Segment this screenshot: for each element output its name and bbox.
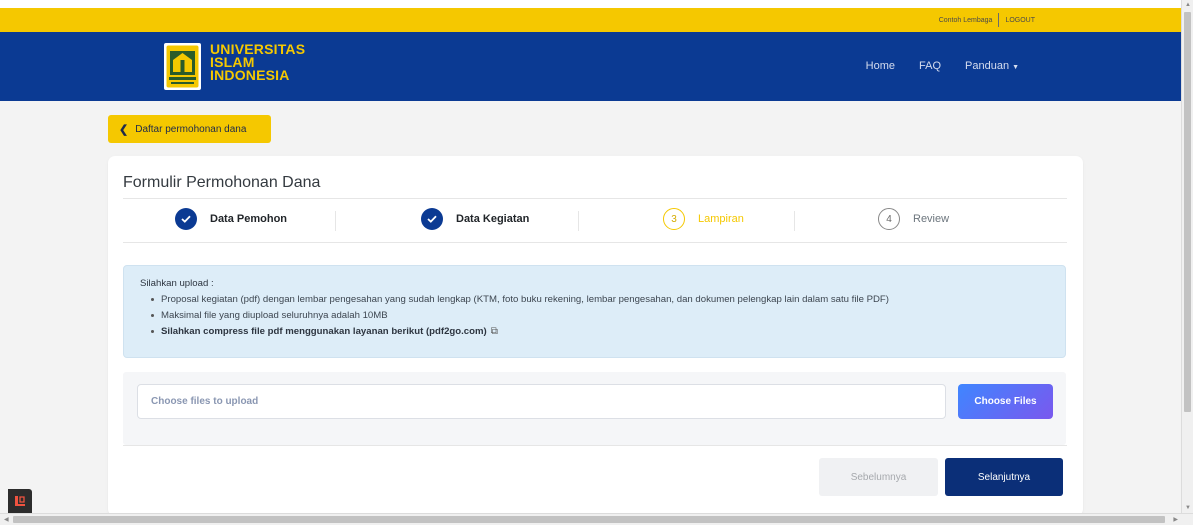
step-label: Lampiran — [698, 213, 744, 225]
step-data-kegiatan[interactable]: Data Kegiatan — [421, 208, 529, 230]
nav-menu: Home FAQ Panduan ▼ — [842, 60, 1019, 72]
instruction-text: Maksimal file yang diupload seluruhnya a… — [161, 310, 388, 321]
nav-panduan-dropdown[interactable]: Panduan ▼ — [965, 60, 1019, 72]
page: Contoh Lembaga LOGOUT UNIVERSITAS ISLAM … — [0, 0, 1181, 513]
horizontal-scroll-thumb[interactable] — [13, 516, 1165, 523]
step-label: Data Pemohon — [210, 213, 288, 225]
form-title: Formulir Permohonan Dana — [123, 174, 321, 191]
topbar-separator — [998, 13, 1000, 27]
chevron-left-icon: ❮ — [119, 123, 129, 136]
vertical-scroll-thumb[interactable] — [1184, 12, 1191, 412]
nav-panduan-label: Panduan — [965, 60, 1010, 72]
upload-area: Choose files to upload Choose Files — [123, 372, 1066, 445]
choose-files-button[interactable]: Choose Files — [958, 384, 1053, 419]
top-strip — [0, 0, 1181, 8]
instructions-list: Proposal kegiatan (pdf) dengan lembar pe… — [140, 294, 1049, 337]
step-label: Review — [913, 213, 950, 225]
step-review[interactable]: 4 Review — [878, 208, 949, 230]
debugbar-logo-icon[interactable] — [8, 489, 32, 513]
step-separator — [578, 211, 579, 231]
list-item[interactable]: Silahkan compress file pdf menggunakan l… — [151, 326, 1049, 337]
caret-down-icon: ▼ — [1012, 64, 1019, 71]
list-item: Proposal kegiatan (pdf) dengan lembar pe… — [151, 294, 1049, 305]
bullet — [151, 330, 154, 333]
university-name: UNIVERSITAS ISLAM INDONESIA — [210, 42, 305, 83]
title-divider — [123, 198, 1067, 199]
top-bar: Contoh Lembaga LOGOUT — [0, 8, 1181, 32]
upload-instructions-alert: Silahkan upload : Proposal kegiatan (pdf… — [123, 265, 1066, 358]
university-emblem-icon — [164, 43, 201, 90]
footer-divider — [123, 445, 1067, 446]
scroll-up-icon[interactable]: ▲ — [1185, 2, 1191, 8]
topbar-links: Contoh Lembaga LOGOUT — [939, 13, 1035, 27]
scroll-right-icon[interactable]: ▶ — [1173, 516, 1178, 523]
main-navbar: UNIVERSITAS ISLAM INDONESIA Home FAQ Pan… — [0, 32, 1181, 101]
back-button-label: Daftar permohonan dana — [135, 123, 247, 135]
back-to-list-button[interactable]: ❮ Daftar permohonan dana — [108, 115, 271, 143]
step-number: 4 — [878, 208, 900, 230]
step-label: Data Kegiatan — [456, 213, 530, 225]
university-logo[interactable]: UNIVERSITAS ISLAM INDONESIA — [164, 42, 305, 90]
nav-faq[interactable]: FAQ — [919, 60, 941, 72]
list-item: Maksimal file yang diupload seluruhnya a… — [151, 310, 1049, 321]
scroll-down-icon[interactable]: ▼ — [1185, 505, 1191, 511]
logout-link[interactable]: LOGOUT — [1005, 17, 1035, 24]
check-icon — [421, 208, 443, 230]
step-separator — [794, 211, 795, 231]
alert-title: Silahkan upload : — [140, 278, 214, 289]
vertical-scrollbar[interactable]: ▲ ▼ — [1181, 0, 1193, 513]
scroll-left-icon[interactable]: ◀ — [4, 516, 9, 523]
form-card: Formulir Permohonan Dana Data Pemohon Da… — [108, 156, 1083, 513]
stepper-divider — [123, 242, 1067, 243]
file-input-placeholder: Choose files to upload — [151, 396, 259, 407]
step-lampiran[interactable]: 3 Lampiran — [663, 208, 744, 230]
brand-line-3: INDONESIA — [210, 67, 290, 83]
compress-link[interactable]: Silahkan compress file pdf menggunakan l… — [161, 326, 487, 337]
horizontal-scrollbar[interactable]: ◀ ▶ — [0, 513, 1193, 525]
bullet — [151, 314, 154, 317]
check-icon — [175, 208, 197, 230]
instruction-text: Proposal kegiatan (pdf) dengan lembar pe… — [161, 294, 889, 305]
step-separator — [335, 211, 336, 231]
next-button[interactable]: Selanjutnya — [945, 458, 1063, 496]
step-data-pemohon[interactable]: Data Pemohon — [175, 208, 287, 230]
step-number: 3 — [663, 208, 685, 230]
bullet — [151, 298, 154, 301]
file-upload-input[interactable]: Choose files to upload — [137, 384, 946, 419]
nav-home[interactable]: Home — [866, 60, 895, 72]
org-link[interactable]: Contoh Lembaga — [939, 17, 993, 24]
previous-button[interactable]: Sebelumnya — [819, 458, 938, 496]
external-link-icon[interactable]: ⧉ — [491, 326, 498, 337]
